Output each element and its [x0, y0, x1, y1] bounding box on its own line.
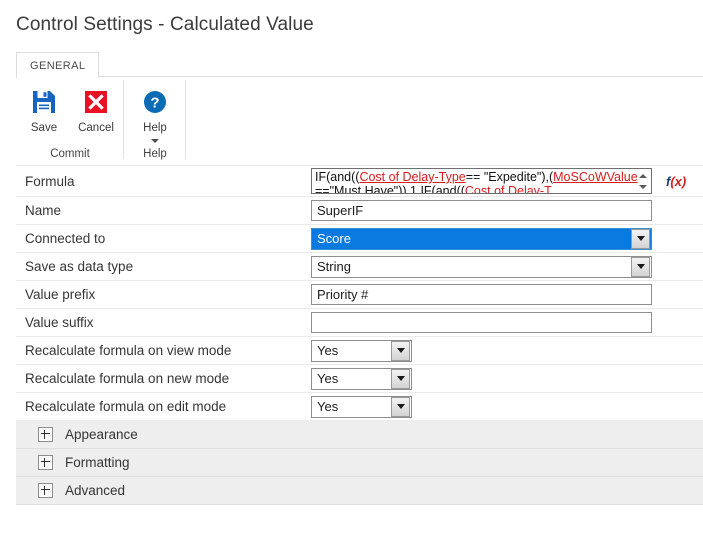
save-button-label: Save [30, 122, 58, 134]
recalc-view-label: Recalculate formula on view mode [25, 343, 232, 358]
ribbon-group-commit-title: Commit [50, 148, 90, 160]
section-formatting-label: Formatting [65, 455, 130, 470]
connected-to-dropdown-button[interactable] [631, 228, 650, 249]
section-appearance-label: Appearance [65, 427, 138, 442]
row-value-prefix: Value prefix [16, 281, 703, 309]
row-save-as-data-type: Save as data type String [16, 253, 703, 281]
settings-form: Formula IF(and((Cost of Delay-Type== "Ex… [16, 166, 703, 505]
recalc-new-label: Recalculate formula on new mode [25, 371, 230, 386]
chevron-down-icon [396, 404, 405, 409]
expand-plus-icon[interactable] [38, 427, 53, 442]
row-recalc-view: Recalculate formula on view mode Yes [16, 337, 703, 365]
recalc-edit-dropdown[interactable]: Yes [311, 395, 412, 418]
value-prefix-label: Value prefix [25, 287, 96, 302]
name-label: Name [25, 203, 62, 218]
recalc-view-dropdown[interactable]: Yes [311, 339, 412, 362]
ribbon-body: Save Cancel Commit ? Help Help [16, 77, 703, 166]
help-question-icon: ? [140, 87, 170, 117]
expand-plus-icon[interactable] [38, 483, 53, 498]
row-value-suffix: Value suffix [16, 309, 703, 337]
spinner-up-icon[interactable] [638, 174, 647, 179]
value-suffix-label: Value suffix [25, 315, 94, 330]
save-as-data-type-value: String [317, 259, 351, 274]
help-button-label: Help [143, 122, 167, 134]
name-input[interactable] [311, 200, 652, 221]
section-advanced-label: Advanced [65, 483, 126, 498]
formula-spinner[interactable] [636, 171, 649, 192]
save-button[interactable]: Save [22, 83, 66, 148]
formula-label: Formula [25, 173, 75, 189]
ribbon-group-commit: Save Cancel Commit [16, 77, 124, 165]
save-as-data-type-dropdown[interactable]: String [311, 255, 652, 278]
cancel-x-icon [81, 87, 111, 117]
recalc-view-dropdown-button[interactable] [391, 340, 410, 361]
tab-general[interactable]: GENERAL [16, 52, 100, 78]
value-suffix-input[interactable] [311, 312, 652, 333]
row-name: Name [16, 197, 703, 225]
cancel-button-label: Cancel [78, 122, 114, 134]
svg-text:?: ? [150, 95, 159, 112]
recalc-edit-label: Recalculate formula on edit mode [25, 399, 227, 414]
save-floppy-icon [29, 87, 59, 117]
row-recalc-new: Recalculate formula on new mode Yes [16, 365, 703, 393]
ribbon: GENERAL Save Cancel Commit ? Help Help [16, 50, 703, 166]
row-recalc-edit: Recalculate formula on edit mode Yes [16, 393, 703, 421]
row-connected-to: Connected to Score [16, 225, 703, 253]
chevron-down-icon[interactable] [151, 139, 159, 143]
chevron-down-icon [396, 376, 405, 381]
section-advanced[interactable]: Advanced [16, 477, 703, 505]
chevron-down-icon [636, 236, 645, 241]
recalc-new-dropdown-button[interactable] [391, 368, 410, 389]
recalc-edit-dropdown-button[interactable] [391, 396, 410, 417]
help-button[interactable]: ? Help [133, 83, 177, 148]
ribbon-group-help: ? Help Help [124, 77, 186, 165]
connected-to-value: Score [312, 231, 631, 246]
row-formula: Formula IF(and((Cost of Delay-Type== "Ex… [16, 166, 703, 197]
recalc-edit-value: Yes [317, 399, 339, 414]
connected-to-label: Connected to [25, 231, 106, 246]
spinner-down-icon[interactable] [638, 184, 647, 189]
chevron-down-icon [396, 348, 405, 353]
ribbon-group-help-title: Help [143, 148, 167, 160]
formula-builder-fx-icon[interactable]: f(x) [666, 174, 686, 189]
ribbon-tabstrip: GENERAL [16, 50, 703, 78]
formula-line-2: =="Must Have")),1,IF(and((Cost of Delay-… [315, 184, 552, 194]
recalc-view-value: Yes [317, 343, 339, 358]
formula-line-1: IF(and((Cost of Delay-Type== "Expedite")… [315, 170, 638, 184]
recalc-new-value: Yes [317, 371, 339, 386]
page-title: Control Settings - Calculated Value [16, 14, 314, 35]
expand-plus-icon[interactable] [38, 455, 53, 470]
value-prefix-input[interactable] [311, 284, 652, 305]
cancel-button[interactable]: Cancel [74, 83, 118, 148]
formula-input[interactable]: IF(and((Cost of Delay-Type== "Expedite")… [311, 168, 652, 194]
connected-to-dropdown[interactable]: Score [311, 227, 652, 250]
save-as-data-type-dropdown-button[interactable] [631, 256, 650, 277]
section-formatting[interactable]: Formatting [16, 449, 703, 477]
section-appearance[interactable]: Appearance [16, 421, 703, 449]
chevron-down-icon [636, 264, 645, 269]
tabstrip-filler [99, 50, 703, 77]
recalc-new-dropdown[interactable]: Yes [311, 367, 412, 390]
save-as-data-type-label: Save as data type [25, 259, 134, 274]
